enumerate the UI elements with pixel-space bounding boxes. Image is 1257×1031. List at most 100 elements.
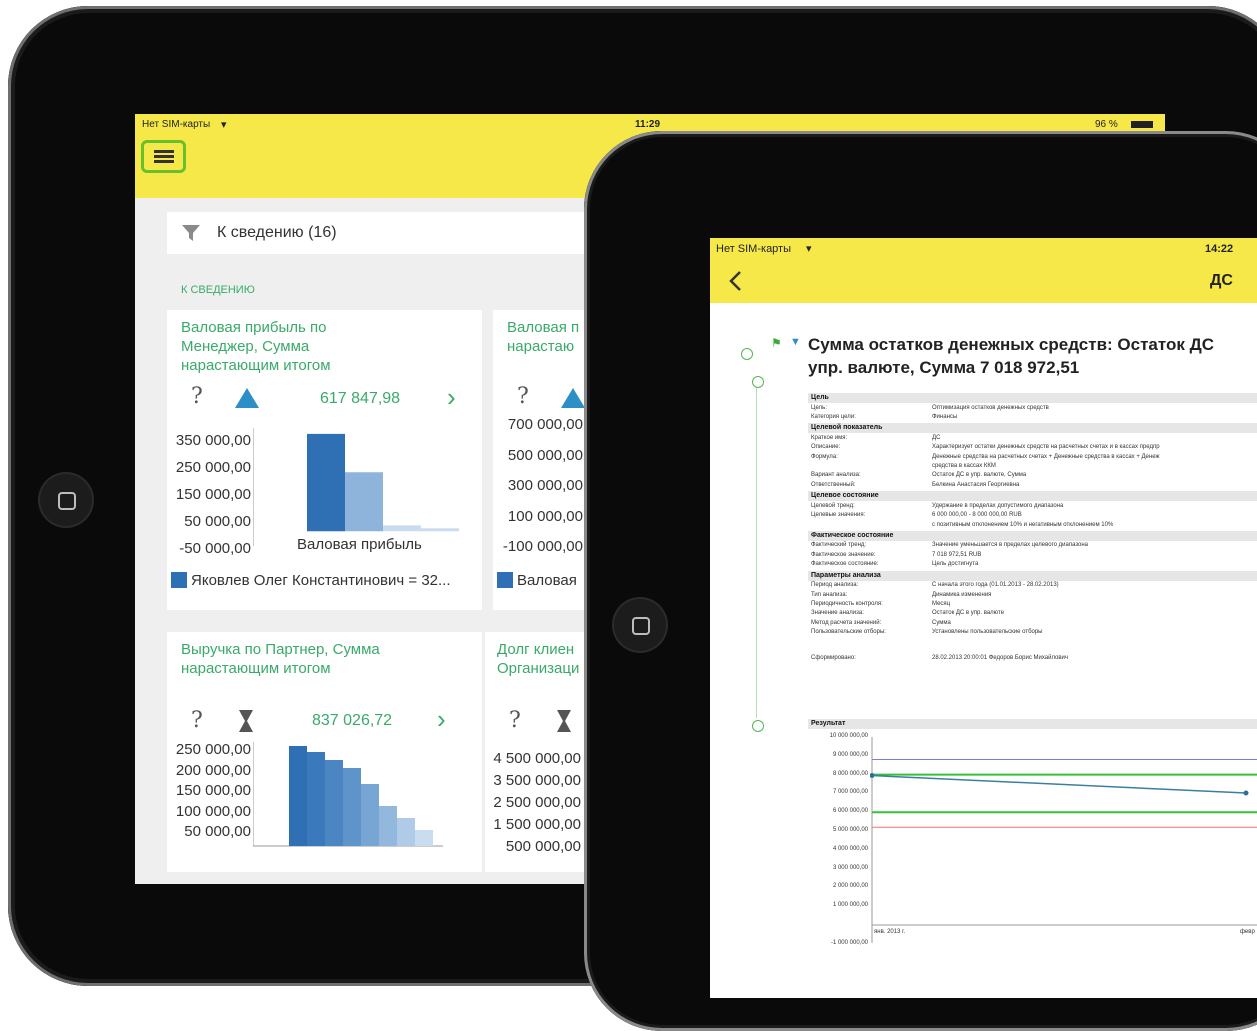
collapse-icon[interactable]: [752, 376, 764, 388]
y-tick: 150 000,00: [175, 782, 251, 799]
detail-value: Остаток ДС в упр. валюте: [932, 610, 1005, 617]
detail-key: Тип анализа:: [811, 591, 848, 598]
bar: [343, 768, 361, 846]
y-tick: 100 000,00: [507, 507, 583, 525]
filter-label: К сведению (16): [217, 224, 337, 241]
clock-label: 14:22: [1205, 243, 1234, 255]
detail-key: Метод расчета значений:: [811, 619, 882, 626]
x-tick: февр: [1240, 929, 1255, 935]
collapse-icon[interactable]: [741, 348, 753, 360]
filter-icon: [182, 225, 200, 241]
detail-key: Фактическое состояние:: [811, 561, 879, 568]
wifi-icon: ▾: [221, 119, 227, 131]
y-axis-ticks: 4 500 000,00 3 500 000,00 2 500 000,00 1…: [475, 748, 581, 858]
bar: [415, 830, 433, 846]
carrier-label: Нет SIM-карты: [142, 119, 211, 130]
y-axis-ticks: 350 000,00 250 000,00 150 000,00 50 000,…: [165, 427, 251, 562]
y-tick: 4 000 000,00: [832, 845, 868, 852]
widget-title: Выручка по Партнер, Сумма нарастающим ито…: [181, 641, 380, 677]
bar: [397, 818, 415, 846]
bar: [307, 433, 345, 532]
menu-button[interactable]: [141, 140, 186, 173]
detail-section: Целевое состояние: [808, 491, 1257, 502]
detail-value: Остаток ДС в упр. валюте, Сумма: [932, 472, 1027, 479]
y-tick: 6 000 000,00: [832, 808, 868, 815]
help-icon[interactable]: ?: [509, 708, 521, 733]
detail-value: средства в кассах ККМ: [932, 463, 996, 469]
widget-value: 617 847,98: [320, 390, 401, 407]
bar: [421, 528, 459, 532]
bar: [383, 525, 421, 532]
detail-value: С начала этого года (01.01.2013 - 28.02.…: [932, 582, 1059, 589]
detail-key: Фактический тренд:: [811, 542, 867, 549]
detail-key: Вариант анализа:: [811, 472, 861, 479]
detail-key: Цель:: [811, 404, 827, 411]
widget-revenue[interactable]: Выручка по Партнер, Сумма нарастающим ито…: [167, 632, 482, 872]
detail-value: Цель достигнута: [932, 561, 979, 568]
wifi-icon: ▾: [806, 243, 812, 255]
detail-value: Финансы: [932, 413, 958, 420]
hourglass-icon: [557, 710, 571, 732]
front-tablet-home-button[interactable]: [614, 599, 666, 651]
series-line: [871, 774, 1247, 794]
detail-key: Периодичность контроля:: [811, 600, 883, 607]
y-tick: 50 000,00: [184, 513, 251, 530]
y-tick: 10 000 000,00: [829, 733, 868, 739]
y-tick: 2 500 000,00: [493, 794, 581, 811]
trend-up-icon: [235, 388, 259, 408]
detail-section: Параметры анализа: [808, 570, 1257, 581]
widget-title: Долг клиен Организаци: [497, 641, 580, 677]
section-label: К СВЕДЕНИЮ: [181, 284, 255, 296]
chevron-right-icon[interactable]: ›: [437, 704, 446, 735]
y-tick: 2 000 000,00: [832, 883, 868, 890]
y-tick: 1 500 000,00: [493, 816, 581, 833]
y-tick: -100 000,00: [502, 538, 583, 555]
detail-key: Пользовательские отборы:: [811, 629, 886, 636]
y-tick: 150 000,00: [175, 486, 251, 503]
y-tick: 100 000,00: [175, 802, 251, 820]
detail-value: Сумма: [932, 619, 951, 626]
help-icon[interactable]: ?: [517, 384, 529, 409]
help-icon[interactable]: ?: [191, 384, 203, 409]
bar: [361, 784, 379, 846]
battery-label: 96 %: [1095, 119, 1118, 130]
y-tick: -50 000,00: [179, 540, 251, 557]
detail-key: Описание:: [811, 444, 841, 451]
chevron-right-icon[interactable]: ›: [447, 382, 456, 413]
widget-gross-profit[interactable]: Валовая прибыль по Менеджер, Сумма нараста…: [167, 310, 482, 610]
trend-up-icon: [561, 388, 585, 408]
legend-label: Яковлев Олег Константинович = 32...: [191, 572, 451, 589]
detail-value: Значение уменьшается в пределах целевого…: [932, 542, 1089, 549]
data-point: [1243, 790, 1249, 796]
detail-value: Удержание в пределах допустимого диапазо…: [932, 502, 1064, 509]
collapse-icon[interactable]: [752, 720, 764, 732]
widget-value: 837 026,72: [312, 712, 393, 729]
hourglass-icon: [239, 710, 253, 732]
y-tick: 5 000 000,00: [832, 827, 868, 833]
detail-key: Категория цели:: [811, 413, 856, 420]
flag-icon: ⚑: [771, 336, 782, 350]
x-axis-label: Валовая прибыль: [297, 536, 422, 553]
detail-value: ДС: [932, 434, 941, 441]
x-tick: янв. 2013 г.: [874, 929, 906, 935]
detail-key: Период анализа:: [811, 582, 859, 589]
result-chart: [870, 737, 1257, 943]
filter-bar[interactable]: К сведению (16): [167, 212, 647, 254]
back-chevron-icon[interactable]: [728, 270, 742, 292]
y-tick: 3 500 000,00: [493, 772, 581, 789]
detail-value: Характеризует остатки денежных средств н…: [932, 444, 1160, 451]
y-tick: 250 000,00: [175, 741, 251, 758]
detail-value: Месяц: [932, 600, 951, 607]
y-tick: 500 000,00: [505, 838, 581, 855]
detail-section: Целевой показатель: [808, 423, 1257, 434]
detail-value: 6 000 000,00 - 8 000 000,00 RUB: [932, 512, 1022, 519]
gross-profit-chart: [253, 428, 459, 546]
detail-key: Сформировано:: [811, 654, 856, 661]
back-tablet-home-button[interactable]: [40, 474, 92, 526]
result-section: Результат: [808, 719, 1257, 729]
help-icon[interactable]: ?: [191, 708, 203, 733]
legend-swatch: [171, 572, 187, 588]
y-tick: 50 000,00: [184, 823, 251, 840]
detail-value: Оптимизация остатков денежных средств: [932, 404, 1049, 411]
detail-value: Установлены пользовательские отборы: [932, 629, 1043, 636]
